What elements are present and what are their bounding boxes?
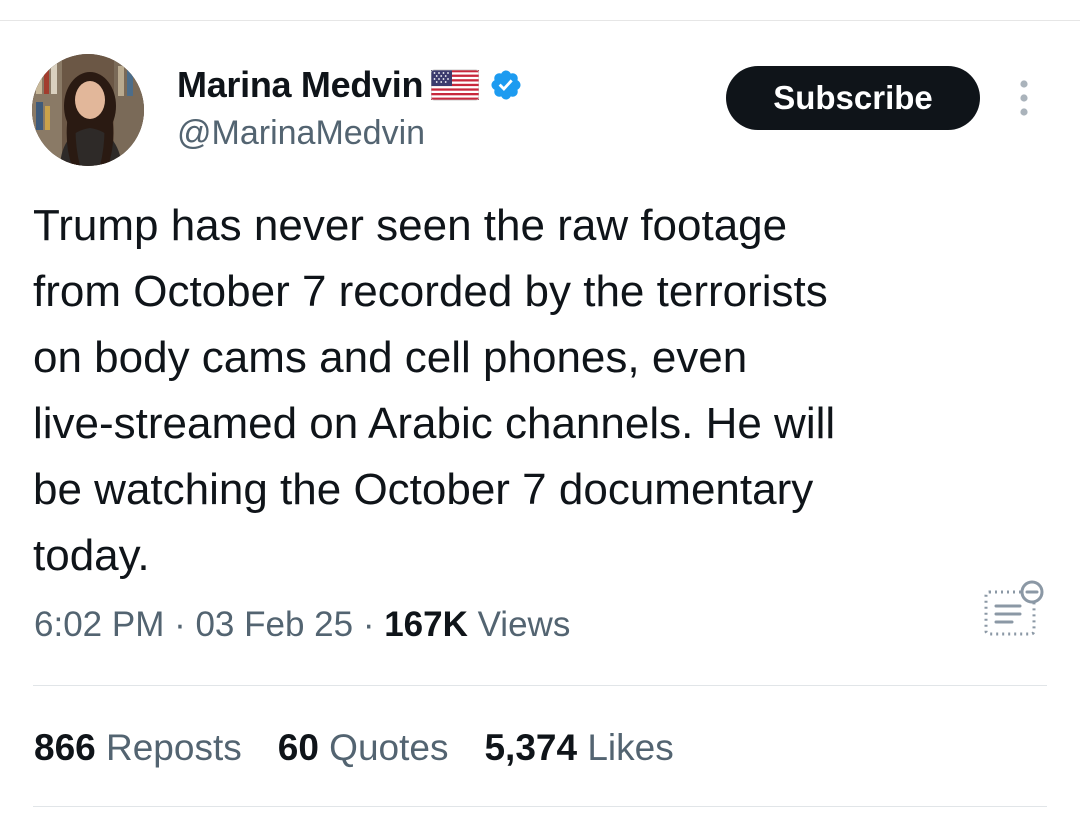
views-count[interactable]: 167K [384,605,468,644]
us-flag-icon [430,67,480,103]
author-handle[interactable]: @MarinaMedvin [177,114,425,153]
views-label[interactable]: Views [468,605,571,644]
tweet-text: Trump has never seen the raw footage fro… [33,201,836,580]
display-name[interactable]: Marina Medvin [177,64,423,106]
meta-separator: · [353,605,385,644]
tweet-meta: 6:02 PM · 03 Feb 25 · 167K Views [34,605,570,645]
top-divider [0,20,1080,21]
subscribe-button[interactable]: Subscribe [726,66,980,130]
divider [33,806,1047,807]
likes-stat[interactable]: 5,374 Likes [484,727,673,769]
engagement-stats: 866 Reposts 60 Quotes 5,374 Likes [34,727,674,769]
likes-label: Likes [577,727,674,768]
quotes-count: 60 [277,727,319,768]
tweet-time[interactable]: 6:02 PM [34,605,164,644]
divider [33,685,1047,686]
reposts-label: Reposts [95,727,242,768]
tweet-date[interactable]: 03 Feb 25 [195,605,353,644]
verified-badge-icon[interactable] [489,68,523,102]
meta-separator: · [164,605,196,644]
community-notes-icon[interactable] [980,578,1046,640]
quotes-stat[interactable]: 60 Quotes [278,727,449,769]
avatar-image [32,54,144,166]
more-vertical-icon[interactable] [1010,78,1038,118]
display-name-row[interactable]: Marina Medvin [177,64,523,106]
quotes-label: Quotes [318,727,449,768]
avatar[interactable] [32,54,144,166]
reposts-count: 866 [34,727,96,768]
likes-count: 5,374 [484,727,578,768]
reposts-stat[interactable]: 866 Reposts [34,727,242,769]
